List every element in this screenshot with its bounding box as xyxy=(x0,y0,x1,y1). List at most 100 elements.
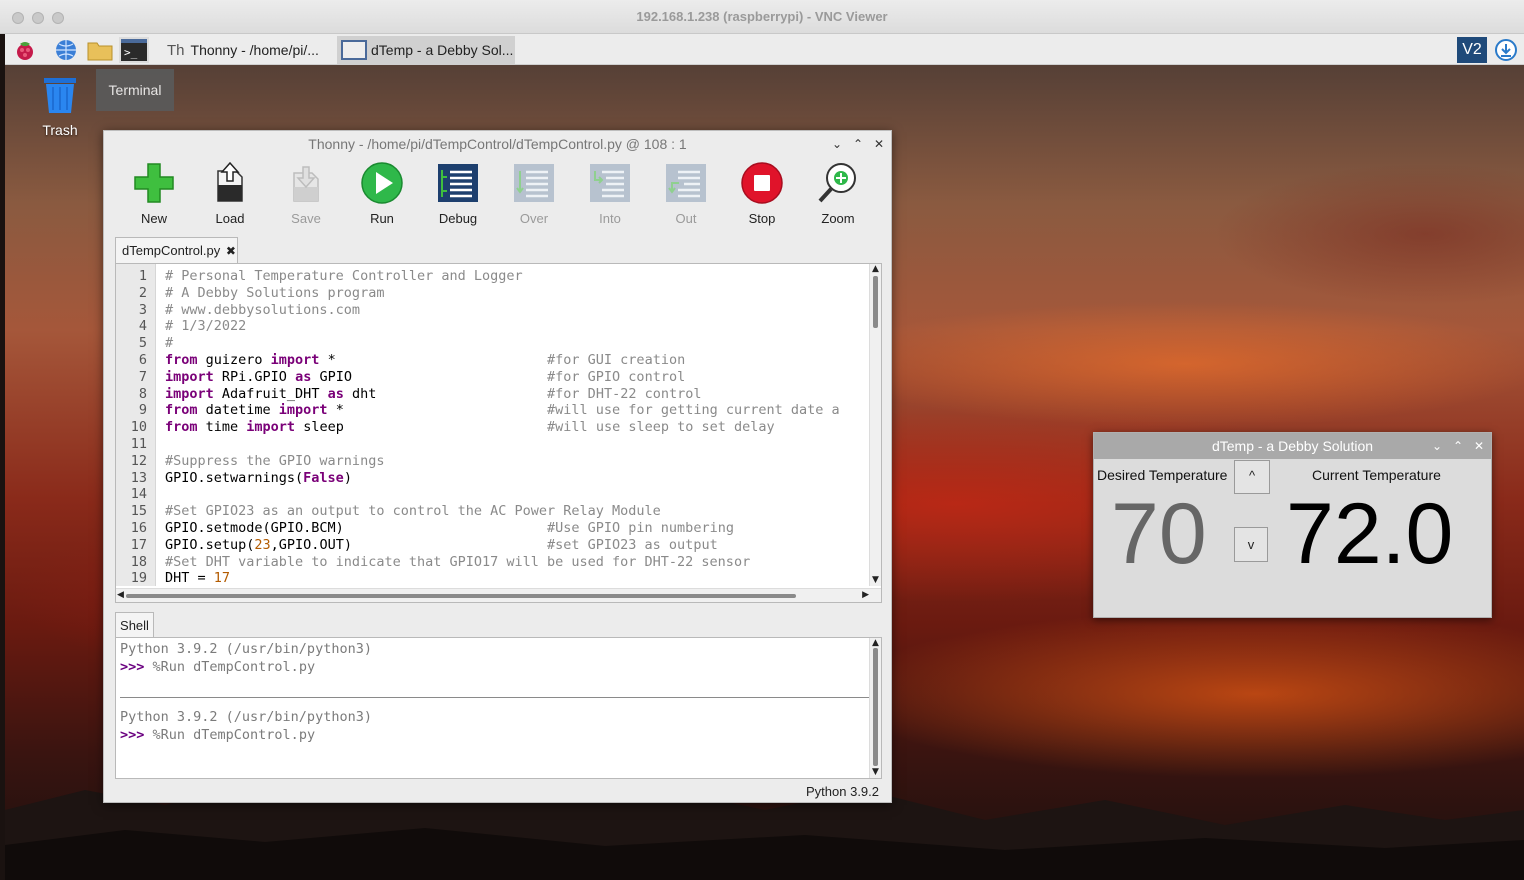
code-line[interactable]: #Set DHT variable to indicate that GPIO1… xyxy=(165,554,870,571)
zoom-icon xyxy=(816,161,860,205)
line-number: 15 xyxy=(130,503,147,520)
line-number: 14 xyxy=(130,486,147,503)
scroll-up-arrow-icon[interactable]: ▲ xyxy=(872,639,879,648)
vnc-server-icon[interactable]: V2 xyxy=(1457,37,1487,63)
code-line[interactable]: GPIO.setmode(GPIO.BCM) #Use GPIO pin num… xyxy=(165,520,870,537)
line-number: 17 xyxy=(130,536,147,553)
minimize-icon[interactable]: ⌄ xyxy=(1431,440,1443,452)
taskbar-item-thonny[interactable]: Th Thonny - /home/pi/... xyxy=(163,36,333,64)
code-line[interactable]: # Personal Temperature Controller and Lo… xyxy=(165,268,870,285)
zoom-button[interactable]: Zoom xyxy=(800,161,876,227)
minimize-icon[interactable]: ⌄ xyxy=(831,138,843,150)
code-line[interactable]: DHT = 17 xyxy=(165,570,870,586)
tab-dtempcontrol[interactable]: dTempControl.py ✖ xyxy=(115,237,238,264)
code-line[interactable]: # 1/3/2022 xyxy=(165,318,870,335)
shell-line: >>> %Run dTempControl.py xyxy=(116,726,866,744)
maximize-icon[interactable]: ⌃ xyxy=(852,138,864,150)
code-line[interactable] xyxy=(165,486,870,503)
thonny-taskbar-icon: Th xyxy=(167,41,185,59)
dtemp-titlebar[interactable]: dTemp - a Debby Solution ⌄ ⌃ ✕ xyxy=(1094,433,1491,459)
debug-button[interactable]: Debug xyxy=(420,161,496,227)
desired-temperature-value: 70 xyxy=(1111,486,1207,582)
line-number: 4 xyxy=(138,318,147,335)
zoom-label: Zoom xyxy=(821,211,855,226)
python-version-status[interactable]: Python 3.9.2 xyxy=(806,784,879,799)
dtemp-window: dTemp - a Debby Solution ⌄ ⌃ ✕ Desired T… xyxy=(1093,432,1492,618)
code-editor[interactable]: 1 2 3 4 5 6 7 8 9 10 11 12 13 14 15 16 17 18 19 # Personal… xyxy=(115,263,882,603)
code-line[interactable]: # A Debby Solutions program xyxy=(165,285,870,302)
line-number: 19 xyxy=(130,570,147,587)
temperature-down-button[interactable]: v xyxy=(1234,527,1268,562)
code-line[interactable]: GPIO.setwarnings(False) xyxy=(165,470,870,487)
file-manager-folder-icon[interactable] xyxy=(85,37,115,63)
stop-icon xyxy=(740,161,784,205)
save-button[interactable]: Save xyxy=(268,161,344,227)
code-line[interactable]: #Set GPIO23 as an output to control the … xyxy=(165,503,870,520)
current-temperature-label: Current Temperature xyxy=(1312,467,1441,483)
line-number: 3 xyxy=(138,301,147,318)
taskbar-item-dtemp[interactable]: dTemp - a Debby Sol... xyxy=(337,36,515,64)
step-into-button[interactable]: Into xyxy=(572,161,648,227)
line-number: 8 xyxy=(138,385,147,402)
raspberry-menu-icon[interactable] xyxy=(9,37,41,63)
editor-vscroll-thumb[interactable] xyxy=(873,276,878,328)
load-label: Load xyxy=(215,211,245,226)
scroll-down-arrow-icon[interactable]: ▼ xyxy=(872,768,879,777)
download-icon[interactable] xyxy=(1491,37,1521,63)
shell-output-block-1: Python 3.9.2 (/usr/bin/python3) >>> %Run… xyxy=(116,640,866,676)
terminal-icon[interactable]: >_ xyxy=(119,37,149,63)
thonny-window: Thonny - /home/pi/dTempControl/dTempCont… xyxy=(103,130,892,803)
scroll-down-arrow-icon[interactable]: ▼ xyxy=(872,576,879,585)
close-tab-icon[interactable]: ✖ xyxy=(226,244,236,258)
step-into-label: Into xyxy=(599,211,621,226)
editor-horizontal-scrollbar[interactable]: ◀ ▶ xyxy=(116,588,881,602)
new-button[interactable]: New xyxy=(116,161,192,227)
code-line[interactable]: import Adafruit_DHT as dht #for DHT-22 c… xyxy=(165,386,870,403)
code-line[interactable]: from time import sleep #will use sleep t… xyxy=(165,419,870,436)
vnc-window-title: 192.168.1.238 (raspberrypi) - VNC Viewer xyxy=(636,9,888,24)
line-number: 12 xyxy=(130,452,147,469)
step-over-label: Over xyxy=(519,211,549,226)
thonny-titlebar[interactable]: Thonny - /home/pi/dTempControl/dTempCont… xyxy=(104,131,891,157)
editor-vertical-scrollbar[interactable]: ▲ ▼ xyxy=(869,264,881,586)
step-over-icon xyxy=(512,161,556,205)
code-line[interactable]: # xyxy=(165,335,870,352)
line-number: 10 xyxy=(130,419,147,436)
shell-line: >>> %Run dTempControl.py xyxy=(116,658,866,676)
editor-hscroll-thumb[interactable] xyxy=(126,594,796,598)
code-line[interactable]: # www.debbysolutions.com xyxy=(165,302,870,319)
step-over-button[interactable]: Over xyxy=(496,161,572,227)
code-line[interactable]: from datetime import * #will use for get… xyxy=(165,402,870,419)
tab-shell[interactable]: Shell xyxy=(115,612,154,638)
code-line[interactable]: GPIO.setup(23,GPIO.OUT) #set GPIO23 as o… xyxy=(165,537,870,554)
terminal-tooltip: Terminal xyxy=(96,69,174,111)
thonny-toolbar: New Load Save Run Debug Over Into Out St… xyxy=(116,161,876,227)
stop-button[interactable]: Stop xyxy=(724,161,800,227)
save-label: Save xyxy=(291,211,321,226)
shell-prompt: >>> xyxy=(120,659,153,675)
browser-globe-icon[interactable] xyxy=(51,37,81,63)
shell-panel[interactable]: Python 3.9.2 (/usr/bin/python3) >>> %Run… xyxy=(115,637,882,779)
scroll-right-arrow-icon[interactable]: ▶ xyxy=(862,591,869,600)
load-button[interactable]: Load xyxy=(192,161,268,227)
shell-vscroll-thumb[interactable] xyxy=(873,648,878,766)
maximize-icon[interactable]: ⌃ xyxy=(1452,440,1464,452)
desired-temperature-label: Desired Temperature xyxy=(1097,467,1228,483)
scroll-left-arrow-icon[interactable]: ◀ xyxy=(117,591,124,600)
code-line[interactable]: import RPi.GPIO as GPIO #for GPIO contro… xyxy=(165,369,870,386)
code-line[interactable]: #Suppress the GPIO warnings xyxy=(165,453,870,470)
scroll-up-arrow-icon[interactable]: ▲ xyxy=(872,265,879,274)
code-area[interactable]: # Personal Temperature Controller and Lo… xyxy=(165,268,870,586)
shell-command: %Run dTempControl.py xyxy=(152,659,316,675)
close-icon[interactable]: ✕ xyxy=(873,138,885,150)
temperature-up-button[interactable]: ^ xyxy=(1234,460,1270,494)
window-taskbar-icon xyxy=(341,40,367,60)
code-line[interactable]: from guizero import * #for GUI creation xyxy=(165,352,870,369)
close-icon[interactable]: ✕ xyxy=(1473,440,1485,452)
taskbar-item-label: dTemp - a Debby Sol... xyxy=(371,42,514,58)
code-line[interactable] xyxy=(165,436,870,453)
run-button[interactable]: Run xyxy=(344,161,420,227)
step-out-button[interactable]: Out xyxy=(648,161,724,227)
shell-vertical-scrollbar[interactable]: ▲ ▼ xyxy=(869,638,881,778)
desktop-trash[interactable]: Trash xyxy=(30,76,90,138)
